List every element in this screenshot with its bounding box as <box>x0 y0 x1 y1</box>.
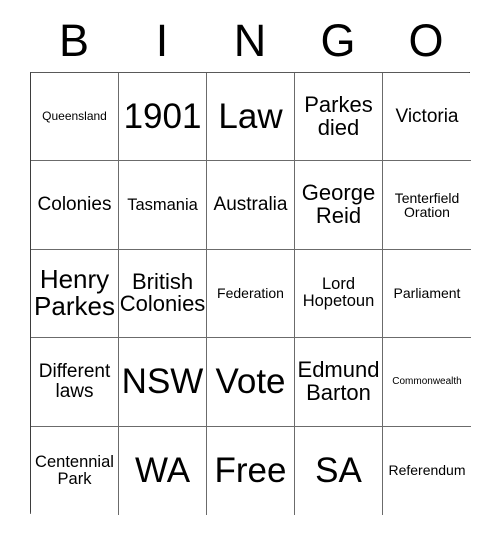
bingo-cell-label: Australia <box>213 194 288 216</box>
header-letter-g: G <box>320 14 356 66</box>
bingo-cell-label: WA <box>134 450 191 490</box>
bingo-cell-label: Different laws <box>38 361 111 402</box>
bingo-cell-o5[interactable]: Referendum <box>383 426 471 515</box>
header-letter-n: N <box>233 14 267 66</box>
bingo-cell-label: Lord Hopetoun <box>302 275 375 311</box>
bingo-cell-o1[interactable]: Victoria <box>383 73 471 162</box>
bingo-cell-label: Law <box>218 96 283 136</box>
bingo-cell-g5[interactable]: SA <box>295 426 383 515</box>
header-letter-o: O <box>408 14 444 66</box>
bingo-cell-label: Queensland <box>42 109 107 124</box>
bingo-cell-i3[interactable]: British Colonies <box>119 249 207 339</box>
bingo-cell-n1[interactable]: Law <box>207 73 295 162</box>
bingo-cell-g2[interactable]: George Reid <box>295 161 383 250</box>
bingo-cell-label: Federation <box>217 285 284 302</box>
bingo-cell-label: Parkes died <box>304 91 373 140</box>
bingo-card: B I N G O Queensland 1901 Law Parkes die… <box>0 0 500 544</box>
bingo-cell-label: Tasmania <box>127 195 198 214</box>
bingo-cell-g1[interactable]: Parkes died <box>295 73 383 162</box>
bingo-grid: Queensland 1901 Law Parkes died Victoria… <box>30 72 471 515</box>
bingo-cell-label: Tenterfield Oration <box>394 189 460 221</box>
bingo-header-row: B I N G O <box>30 12 470 68</box>
bingo-cell-label: Henry Parkes <box>34 264 115 322</box>
bingo-cell-i1[interactable]: 1901 <box>119 73 207 162</box>
bingo-cell-b1[interactable]: Queensland <box>31 73 119 162</box>
bingo-cell-n2[interactable]: Australia <box>207 161 295 250</box>
bingo-cell-o3[interactable]: Parliament <box>383 249 471 339</box>
bingo-cell-n4[interactable]: Vote <box>207 338 295 427</box>
bingo-cell-b2[interactable]: Colonies <box>31 161 119 250</box>
bingo-cell-b3[interactable]: Henry Parkes <box>31 249 119 339</box>
bingo-cell-i5[interactable]: WA <box>119 426 207 515</box>
bingo-cell-label: Parliament <box>393 285 461 302</box>
header-letter-b: B <box>58 14 89 66</box>
bingo-cell-label: Centennial Park <box>35 452 114 488</box>
bingo-cell-label: Edmund Barton <box>297 356 380 405</box>
bingo-cell-label: Victoria <box>395 105 459 127</box>
bingo-cell-label: George Reid <box>301 180 376 229</box>
bingo-cell-label: SA <box>315 450 362 490</box>
bingo-cell-n3[interactable]: Federation <box>207 249 295 339</box>
bingo-cell-label: Vote <box>215 361 286 401</box>
bingo-cell-label: Commonwealth <box>392 375 462 387</box>
bingo-cell-label: 1901 <box>123 96 202 136</box>
bingo-cell-label: Referendum <box>388 462 466 479</box>
bingo-cell-b5[interactable]: Centennial Park <box>31 426 119 515</box>
bingo-cell-i4[interactable]: NSW <box>119 338 207 427</box>
bingo-cell-g4[interactable]: Edmund Barton <box>295 338 383 427</box>
header-letter-i: I <box>155 14 169 66</box>
bingo-cell-i2[interactable]: Tasmania <box>119 161 207 250</box>
bingo-cell-label: Free <box>214 450 287 490</box>
bingo-cell-label: British Colonies <box>119 268 206 317</box>
bingo-cell-o2[interactable]: Tenterfield Oration <box>383 161 471 250</box>
bingo-cell-n5[interactable]: Free <box>207 426 295 515</box>
bingo-cell-label: NSW <box>121 361 204 401</box>
bingo-cell-o4[interactable]: Commonwealth <box>383 338 471 427</box>
bingo-cell-b4[interactable]: Different laws <box>31 338 119 427</box>
bingo-cell-g3[interactable]: Lord Hopetoun <box>295 249 383 339</box>
bingo-cell-label: Colonies <box>37 194 112 216</box>
